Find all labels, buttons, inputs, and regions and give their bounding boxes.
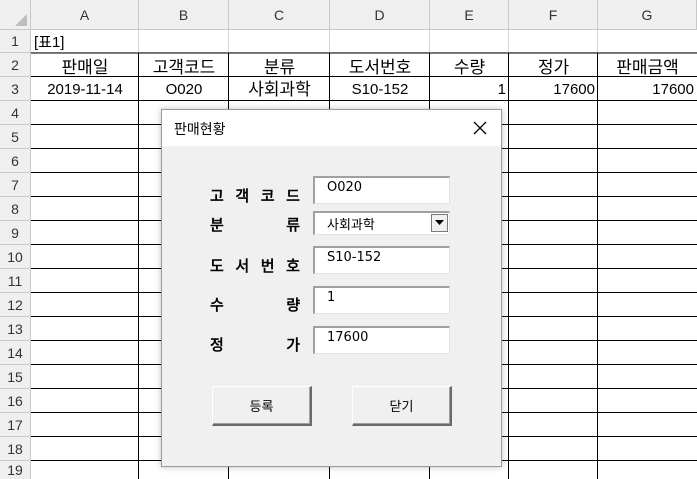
dialog-title: 판매현황 xyxy=(174,122,226,138)
category-selected-value: 사회과학 xyxy=(327,218,375,233)
row-header-13[interactable]: 13 xyxy=(0,317,31,341)
customer-code-input[interactable] xyxy=(327,180,437,195)
label-customer-code: 고객 코드 xyxy=(210,187,300,205)
column-header-b[interactable]: B xyxy=(139,0,229,30)
customer-code-field[interactable] xyxy=(313,176,450,204)
cell-customer-code[interactable]: O020 xyxy=(139,77,229,101)
header-category[interactable]: 분류 xyxy=(229,53,330,77)
label-book-number: 도서 번호 xyxy=(210,257,300,275)
row-header-15[interactable]: 15 xyxy=(0,365,31,389)
column-header-d[interactable]: D xyxy=(330,0,430,30)
dialog-titlebar[interactable]: 판매현황 xyxy=(162,110,501,146)
register-button[interactable]: 등록 xyxy=(212,386,312,426)
dropdown-arrow-icon[interactable] xyxy=(431,214,448,232)
cell-sale-date[interactable]: 2019-11-14 xyxy=(31,77,139,101)
header-sale-amount[interactable]: 판매금액 xyxy=(598,53,697,77)
cell-book-number[interactable]: S10-152 xyxy=(330,77,430,101)
header-sale-date[interactable]: 판매일 xyxy=(31,53,139,77)
row-header-19[interactable]: 19 xyxy=(0,461,31,479)
cell-category[interactable]: 사회과학 xyxy=(229,75,330,99)
row-header-14[interactable]: 14 xyxy=(0,341,31,365)
row-header-6[interactable]: 6 xyxy=(0,149,31,173)
cell-quantity[interactable]: 1 xyxy=(430,77,509,101)
label-price: 정가 xyxy=(210,336,300,354)
row-header-8[interactable]: 8 xyxy=(0,197,31,221)
row-header-18[interactable]: 18 xyxy=(0,437,31,461)
select-all-corner[interactable] xyxy=(0,0,31,30)
row-header-17[interactable]: 17 xyxy=(0,413,31,437)
column-header-f[interactable]: F xyxy=(509,0,598,30)
column-header-g[interactable]: G xyxy=(598,0,697,30)
column-header-a[interactable]: A xyxy=(31,0,139,30)
header-quantity[interactable]: 수량 xyxy=(430,53,509,77)
label-quantity: 수량 xyxy=(210,296,300,314)
row-header-5[interactable]: 5 xyxy=(0,125,31,149)
column-header-e[interactable]: E xyxy=(430,0,509,30)
header-book-number[interactable]: 도서번호 xyxy=(330,53,430,77)
row-header-7[interactable]: 7 xyxy=(0,173,31,197)
cell-sale-amount[interactable]: 17600 xyxy=(598,77,697,101)
header-customer-code[interactable]: 고객코드 xyxy=(139,53,229,77)
price-input[interactable] xyxy=(327,330,437,345)
column-header-c[interactable]: C xyxy=(229,0,330,30)
price-field[interactable] xyxy=(313,326,450,354)
row-header-12[interactable]: 12 xyxy=(0,293,31,317)
label-category: 분류 xyxy=(210,216,300,234)
book-number-field[interactable] xyxy=(313,246,450,274)
quantity-field[interactable] xyxy=(313,286,450,314)
quantity-input[interactable] xyxy=(327,290,437,305)
cell-a1-title[interactable]: [표1] xyxy=(31,30,139,53)
close-button[interactable]: 닫기 xyxy=(352,386,452,426)
sales-status-dialog: 판매현황 고객 코드 분류 도서 번호 수량 정가 사회과학 등록 닫기 xyxy=(161,109,502,467)
row-header-9[interactable]: 9 xyxy=(0,221,31,245)
book-number-input[interactable] xyxy=(327,250,437,265)
row-header-16[interactable]: 16 xyxy=(0,389,31,413)
row-header-1[interactable]: 1 xyxy=(0,30,31,53)
category-combobox[interactable]: 사회과학 xyxy=(313,211,450,235)
row-header-11[interactable]: 11 xyxy=(0,269,31,293)
row-header-10[interactable]: 10 xyxy=(0,245,31,269)
header-price[interactable]: 정가 xyxy=(509,53,598,77)
close-icon[interactable] xyxy=(467,115,493,141)
row-header-2[interactable]: 2 xyxy=(0,53,31,77)
row-header-4[interactable]: 4 xyxy=(0,101,31,125)
cell-price[interactable]: 17600 xyxy=(509,77,598,101)
row-header-3[interactable]: 3 xyxy=(0,77,31,101)
